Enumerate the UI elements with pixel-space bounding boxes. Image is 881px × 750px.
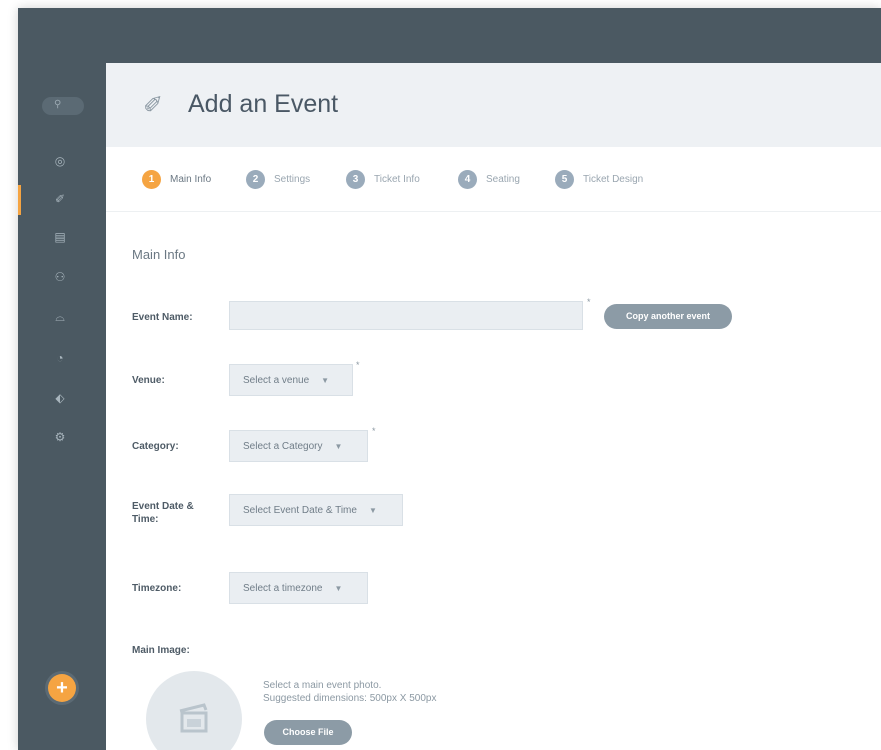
category-select-value: Select a Category: [243, 440, 323, 452]
step-number: 2: [246, 169, 265, 189]
required-marker: *: [372, 426, 376, 436]
title-bar: ✐ Add an Event: [106, 63, 881, 147]
main-image-label: Main Image:: [132, 645, 190, 656]
required-marker: *: [356, 360, 360, 370]
settings-icon[interactable]: ⚙: [52, 429, 68, 445]
chevron-down-icon: ▼: [334, 583, 343, 593]
step-label: Ticket Design: [583, 173, 644, 185]
step-label: Ticket Info: [374, 173, 420, 185]
timezone-select[interactable]: Select a timezone ▼: [229, 572, 368, 604]
search-icon: ⚲: [54, 99, 62, 110]
venue-select[interactable]: Select a venue ▼: [229, 364, 353, 396]
timezone-label: Timezone:: [132, 583, 182, 594]
event-date-select[interactable]: Select Event Date & Time ▼: [229, 494, 403, 526]
timezone-select-value: Select a timezone: [243, 582, 323, 594]
event-date-select-value: Select Event Date & Time: [243, 504, 357, 516]
event-date-label-line1: Event Date &: [132, 501, 194, 512]
choose-file-button[interactable]: Choose File: [264, 720, 352, 745]
step-seating[interactable]: 4 Seating: [458, 169, 520, 189]
step-main-info[interactable]: 1 Main Info: [142, 169, 211, 189]
ticket-icon[interactable]: ✐: [52, 191, 68, 207]
chevron-down-icon: ▼: [334, 441, 343, 451]
event-name-input[interactable]: [229, 301, 583, 330]
chevron-down-icon: ▼: [321, 375, 330, 385]
step-number: 5: [555, 169, 574, 189]
chart-icon[interactable]: ◔: [52, 350, 68, 366]
page-title: Add an Event: [188, 90, 339, 118]
dashboard-icon[interactable]: ◎: [52, 153, 68, 169]
venue-icon[interactable]: ⌓: [52, 309, 68, 325]
main-content: ✐ Add an Event 1 Main Info 2 Settings 3 …: [106, 63, 881, 750]
venue-select-value: Select a venue: [243, 374, 310, 386]
image-hint: Select a main event photo. Suggested dim…: [263, 679, 436, 705]
step-ticket-design[interactable]: 5 Ticket Design: [555, 169, 643, 189]
step-number: 4: [458, 169, 477, 189]
step-ticket-info[interactable]: 3 Ticket Info: [346, 169, 420, 189]
app-window: ⚲ ◎ ✐ ▤ ⚇ ⌓ ◔ ⬖ ⚙ + ✐ Add an Event 1 Mai…: [18, 8, 881, 750]
copy-event-button[interactable]: Copy another event: [604, 304, 732, 329]
step-bar: 1 Main Info 2 Settings 3 Ticket Info 4 S…: [106, 147, 881, 212]
required-marker: *: [587, 297, 591, 307]
section-title: Main Info: [132, 247, 186, 262]
step-label: Seating: [486, 173, 520, 185]
category-select[interactable]: Select a Category ▼: [229, 430, 368, 462]
sidebar-search[interactable]: ⚲: [42, 97, 84, 115]
image-hint-line1: Select a main event photo.: [263, 680, 382, 691]
step-number: 1: [142, 169, 161, 189]
step-label: Main Info: [170, 173, 212, 185]
event-name-label: Event Name:: [132, 312, 193, 323]
step-settings[interactable]: 2 Settings: [246, 169, 310, 189]
ticket-icon: ✐: [143, 92, 164, 119]
event-date-label: Event Date & Time:: [132, 500, 194, 526]
step-label: Settings: [274, 173, 311, 185]
image-hint-line2: Suggested dimensions: 500px X 500px: [263, 693, 437, 704]
venue-label: Venue:: [132, 375, 165, 386]
add-button[interactable]: +: [48, 674, 76, 702]
sidebar: ⚲ ◎ ✐ ▤ ⚇ ⌓ ◔ ⬖ ⚙ +: [18, 63, 106, 750]
chevron-down-icon: ▼: [368, 505, 377, 515]
step-number: 3: [346, 169, 365, 189]
active-indicator: [18, 185, 21, 215]
users-icon[interactable]: ⚇: [52, 269, 68, 285]
event-date-label-line2: Time:: [132, 514, 159, 525]
top-bar: [18, 8, 881, 63]
calendar-icon[interactable]: ▤: [52, 229, 68, 245]
tags-icon[interactable]: ⬖: [52, 390, 68, 406]
image-icon: [179, 703, 208, 733]
category-label: Category:: [132, 441, 179, 452]
